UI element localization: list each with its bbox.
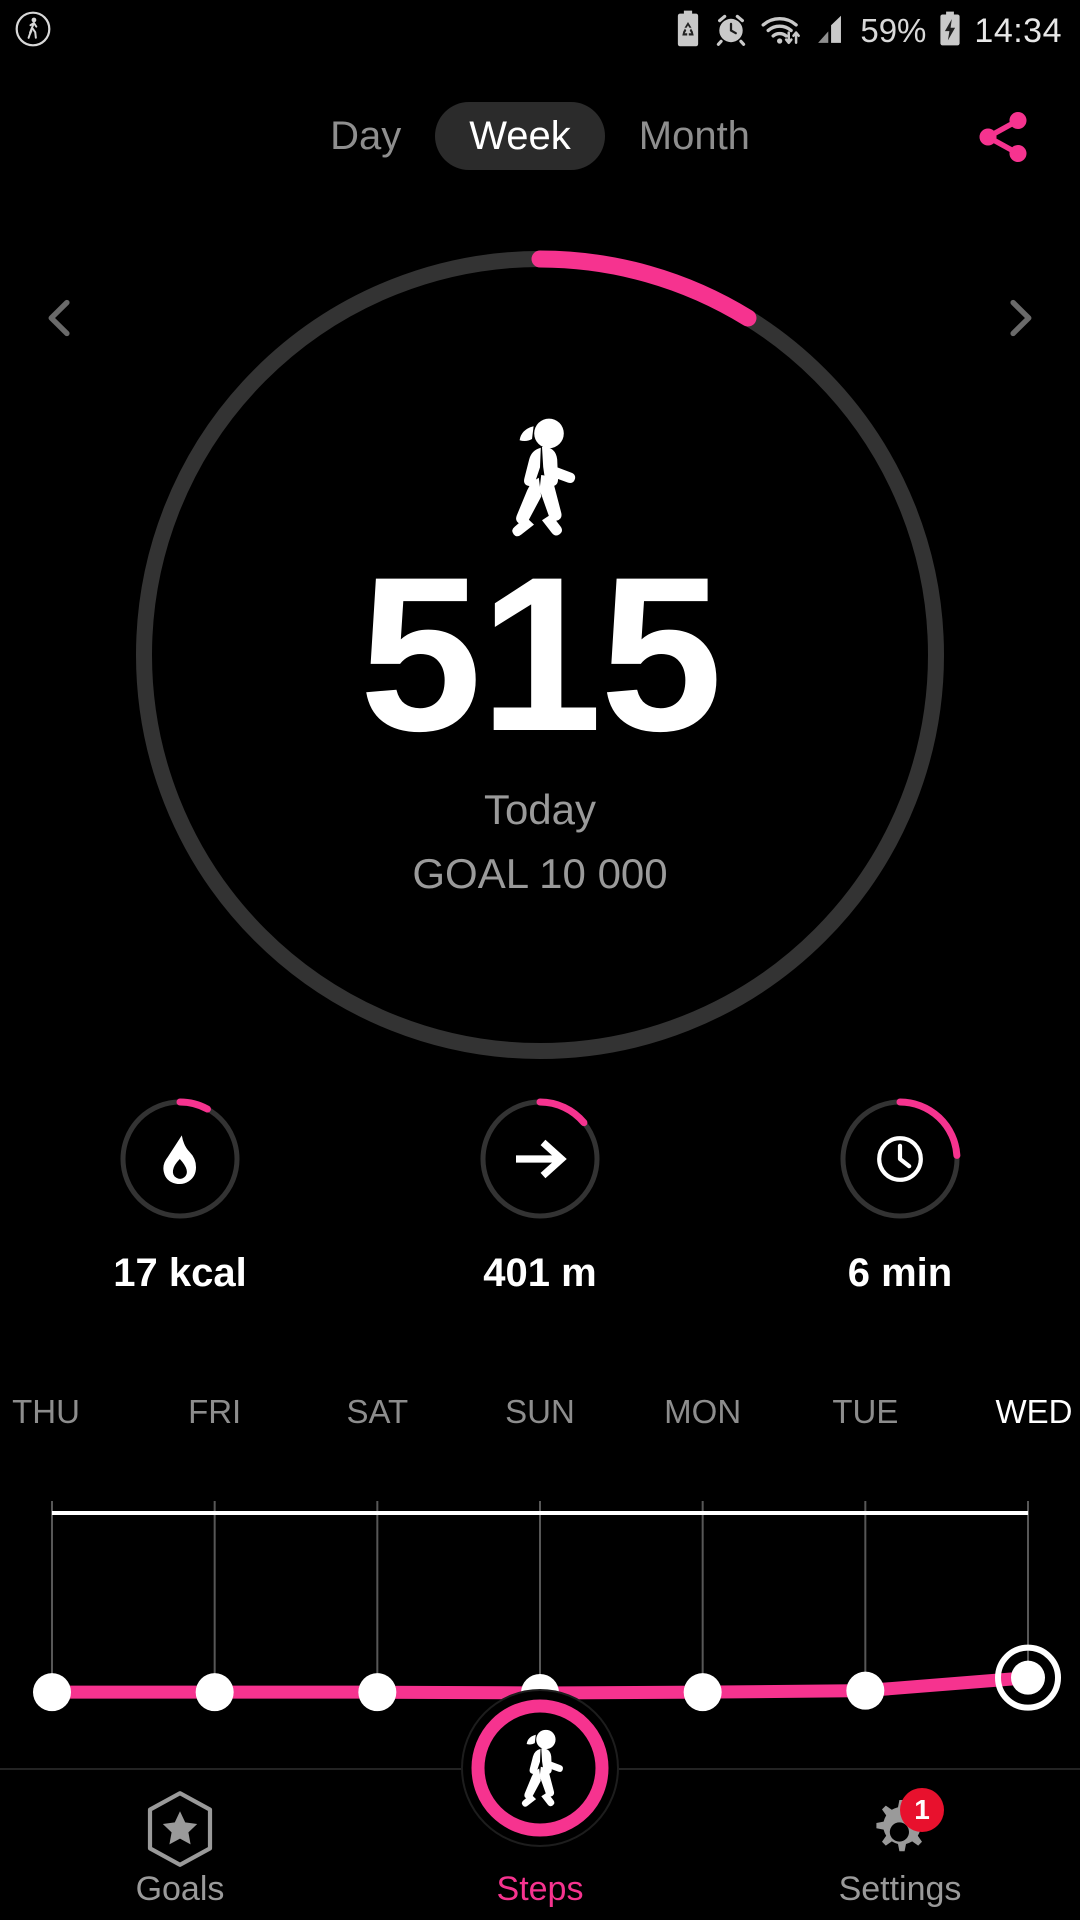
chart-day-label: WED xyxy=(995,1393,1073,1430)
tab-week[interactable]: Week xyxy=(435,102,605,170)
share-button[interactable] xyxy=(968,104,1038,174)
chart-gridlines xyxy=(51,1501,1029,1693)
tab-month[interactable]: Month xyxy=(605,102,784,170)
status-bar: 59% 14:34 xyxy=(0,0,1080,62)
tab-day[interactable]: Day xyxy=(296,102,435,170)
period-label: Today xyxy=(483,786,597,834)
battery-saver-icon xyxy=(674,10,702,53)
gear-icon: 1 xyxy=(862,1788,944,1866)
star-hexagon-icon xyxy=(144,1791,216,1867)
next-period-button[interactable] xyxy=(985,285,1055,355)
settings-badge: 1 xyxy=(900,1788,944,1832)
nav-label-steps: Steps xyxy=(496,1870,584,1908)
period-tab-bar: Day Week Month xyxy=(0,96,1080,176)
chevron-left-icon xyxy=(35,293,85,348)
alarm-icon xyxy=(713,11,749,52)
share-icon xyxy=(972,106,1034,173)
nav-label-goals: Goals xyxy=(135,1870,225,1908)
chart-day-label: THU xyxy=(12,1393,80,1430)
nav-item-goals[interactable]: Goals xyxy=(30,1791,330,1908)
chart-data-point[interactable] xyxy=(195,1673,234,1712)
chart-day-label: SUN xyxy=(505,1393,575,1430)
distance-value: 401 m xyxy=(483,1251,597,1295)
steps-ring-center: 515 Today GOAL 10 000 xyxy=(125,240,955,1070)
calories-value: 17 kcal xyxy=(113,1251,247,1295)
steps-fab-button[interactable] xyxy=(460,1688,620,1848)
flame-icon xyxy=(116,1095,244,1223)
battery-percent: 59% xyxy=(860,12,927,49)
chart-day-label: SAT xyxy=(346,1393,409,1430)
wifi-icon xyxy=(760,11,804,52)
metric-distance[interactable]: 401 m xyxy=(415,1095,665,1293)
chart-day-labels: THU FRI SAT SUN MON TUE WED xyxy=(0,1395,1080,1457)
chart-data-point[interactable] xyxy=(1011,1660,1045,1695)
steps-progress-ring: 515 Today GOAL 10 000 xyxy=(125,240,955,1070)
calories-ring xyxy=(116,1095,244,1223)
app-screen: 59% 14:34 Day Week Month 515 Today GOAL … xyxy=(0,0,1080,1920)
chart-day-label: MON xyxy=(664,1393,742,1430)
walking-person-icon xyxy=(488,415,592,539)
chart-data-point[interactable] xyxy=(358,1673,397,1712)
chart-day-label: TUE xyxy=(832,1393,899,1430)
metrics-row: 17 kcal 401 m 6 min xyxy=(0,1095,1080,1293)
previous-period-button[interactable] xyxy=(25,285,95,355)
metric-duration[interactable]: 6 min xyxy=(775,1095,1025,1293)
signal-icon xyxy=(815,12,849,51)
status-bar-right: 59% 14:34 xyxy=(674,10,1062,53)
clock-time: 14:34 xyxy=(974,11,1062,50)
bottom-navigation: Goals Steps 1 Settings xyxy=(0,1689,1080,1920)
chart-data-point[interactable] xyxy=(33,1673,71,1712)
chart-data-point[interactable] xyxy=(683,1673,722,1712)
arrow-right-icon xyxy=(476,1095,604,1223)
pedestrian-icon xyxy=(14,10,52,53)
duration-ring xyxy=(836,1095,964,1223)
goal-label: GOAL 10 000 xyxy=(412,850,668,898)
status-bar-left xyxy=(14,10,52,53)
clock-icon xyxy=(836,1095,964,1223)
distance-ring xyxy=(476,1095,604,1223)
charging-battery-icon xyxy=(937,11,963,52)
walking-person-icon xyxy=(460,1688,620,1848)
chart-day-label: FRI xyxy=(188,1393,242,1430)
metric-calories[interactable]: 17 kcal xyxy=(55,1095,305,1293)
chart-data-point[interactable] xyxy=(846,1671,885,1710)
nav-item-settings[interactable]: 1 Settings xyxy=(750,1788,1050,1908)
duration-value: 6 min xyxy=(847,1251,953,1295)
chevron-right-icon xyxy=(995,293,1045,348)
nav-label-settings: Settings xyxy=(838,1870,962,1908)
step-count: 515 xyxy=(359,530,722,777)
